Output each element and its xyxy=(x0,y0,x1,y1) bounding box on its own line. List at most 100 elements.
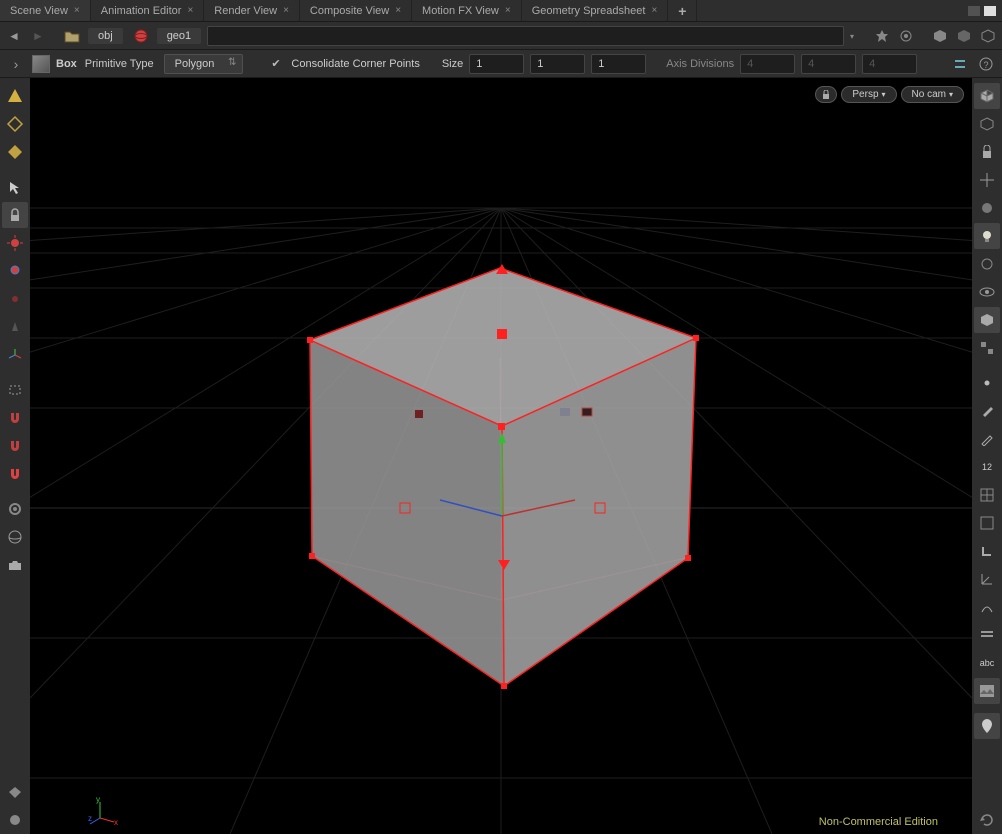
marker-icon xyxy=(979,717,995,735)
camera-icon xyxy=(7,558,23,572)
lock-icon xyxy=(8,208,22,222)
rtool-sphere2[interactable] xyxy=(974,251,1000,277)
view-lock-button[interactable] xyxy=(815,86,837,103)
size-x-input[interactable] xyxy=(469,54,524,74)
rtool-axes[interactable] xyxy=(974,566,1000,592)
viewport[interactable]: Persp▾ No cam▾ y x z Non-Commercial Edit… xyxy=(30,78,972,834)
rtool-crosshair[interactable] xyxy=(974,167,1000,193)
tool-magnet1[interactable] xyxy=(2,405,28,431)
rtool-image[interactable] xyxy=(974,678,1000,704)
tool-bottom1[interactable] xyxy=(2,779,28,805)
tab-composite-view[interactable]: Composite View× xyxy=(300,0,412,21)
close-icon[interactable]: × xyxy=(187,5,193,16)
tab-render-view[interactable]: Render View× xyxy=(204,0,300,21)
tool-axis[interactable] xyxy=(2,342,28,368)
tool-magnet2[interactable] xyxy=(2,433,28,459)
rtool-light[interactable] xyxy=(974,223,1000,249)
gear-icon xyxy=(7,501,23,517)
close-icon[interactable]: × xyxy=(395,5,401,16)
geo-icon[interactable] xyxy=(131,26,151,46)
tab-geometry-spreadsheet[interactable]: Geometry Spreadsheet× xyxy=(522,0,669,21)
target-button[interactable] xyxy=(896,26,916,46)
sliders-icon xyxy=(953,57,967,71)
rtool-shade2[interactable] xyxy=(974,111,1000,137)
tool-light3[interactable] xyxy=(2,286,28,312)
rtool-pencil[interactable] xyxy=(974,426,1000,452)
rtool-shade1[interactable] xyxy=(974,83,1000,109)
rtool-curve[interactable] xyxy=(974,594,1000,620)
rtool-dot[interactable] xyxy=(974,370,1000,396)
tool-camera[interactable] xyxy=(2,552,28,578)
axis-z-input[interactable] xyxy=(862,54,917,74)
forward-button[interactable] xyxy=(28,26,48,46)
rtool-num12[interactable]: 12 xyxy=(974,454,1000,480)
maximize-icon[interactable] xyxy=(984,6,996,16)
primitive-type-dropdown[interactable]: Polygon xyxy=(164,54,244,74)
back-button[interactable] xyxy=(4,26,24,46)
display-dropdown[interactable]: No cam▾ xyxy=(901,86,964,103)
tool-bottom2[interactable] xyxy=(2,807,28,833)
tool-light1[interactable] xyxy=(2,230,28,256)
rtool-grid1[interactable] xyxy=(974,482,1000,508)
rtool-cube-sel[interactable] xyxy=(974,307,1000,333)
tool-light4[interactable] xyxy=(2,314,28,340)
rtool-sphere1[interactable] xyxy=(974,195,1000,221)
tool-orbit[interactable] xyxy=(2,524,28,550)
close-icon[interactable]: × xyxy=(283,5,289,16)
path-input[interactable] xyxy=(207,26,844,46)
rtool-marker[interactable] xyxy=(974,713,1000,739)
tab-bar: Scene View× Animation Editor× Render Vie… xyxy=(0,0,1002,22)
close-icon[interactable]: × xyxy=(651,5,657,16)
camera-dropdown[interactable]: Persp▾ xyxy=(841,86,896,103)
shading-button-2[interactable] xyxy=(954,26,974,46)
tool-lock[interactable] xyxy=(2,202,28,228)
tool-select[interactable] xyxy=(2,174,28,200)
path-dropdown-icon[interactable] xyxy=(848,30,854,42)
rtool-bars[interactable] xyxy=(974,622,1000,648)
settings-button[interactable] xyxy=(950,54,970,74)
rtool-grid2[interactable] xyxy=(974,510,1000,536)
close-icon[interactable]: × xyxy=(505,5,511,16)
axis-y-input[interactable] xyxy=(801,54,856,74)
tool-gear[interactable] xyxy=(2,496,28,522)
rtool-lock[interactable] xyxy=(974,139,1000,165)
minimize-icon[interactable] xyxy=(968,6,980,16)
axis-icon xyxy=(7,347,23,363)
tool-snap1[interactable] xyxy=(2,377,28,403)
size-z-input[interactable] xyxy=(591,54,646,74)
tool-display3[interactable] xyxy=(2,139,28,165)
tool-light2[interactable] xyxy=(2,258,28,284)
tab-motion-fx-view[interactable]: Motion FX View× xyxy=(412,0,522,21)
rtool-abc[interactable]: abc xyxy=(974,650,1000,676)
tab-scene-view[interactable]: Scene View× xyxy=(0,0,91,21)
close-icon[interactable]: × xyxy=(74,5,80,16)
main-area: Persp▾ No cam▾ y x z Non-Commercial Edit… xyxy=(0,78,1002,834)
axis-x-input[interactable] xyxy=(740,54,795,74)
rtool-cubes[interactable] xyxy=(974,335,1000,361)
add-tab-button[interactable]: + xyxy=(668,0,697,21)
corner-icon xyxy=(980,544,994,558)
tool-magnet3[interactable] xyxy=(2,461,28,487)
rtool-L[interactable] xyxy=(974,538,1000,564)
shading-button-3[interactable] xyxy=(978,26,998,46)
path-root-icon[interactable] xyxy=(62,26,82,46)
help-button[interactable]: ? xyxy=(976,54,996,74)
tool-display1[interactable] xyxy=(2,83,28,109)
rtool-brush[interactable] xyxy=(974,398,1000,424)
primitive-type-label: Primitive Type xyxy=(85,58,154,70)
dot-icon xyxy=(983,379,991,387)
diamond-icon xyxy=(6,115,24,133)
tool-display2[interactable] xyxy=(2,111,28,137)
path-segment-obj[interactable]: obj xyxy=(88,28,123,44)
rtool-refresh[interactable] xyxy=(974,807,1000,833)
size-y-input[interactable] xyxy=(530,54,585,74)
path-segment-geo1[interactable]: geo1 xyxy=(157,28,201,44)
shading-button-1[interactable] xyxy=(930,26,950,46)
rtool-eye[interactable] xyxy=(974,279,1000,305)
expand-button[interactable]: › xyxy=(6,54,26,74)
tab-animation-editor[interactable]: Animation Editor× xyxy=(91,0,205,21)
pin-button[interactable] xyxy=(872,26,892,46)
consolidate-checkbox[interactable]: ✔ xyxy=(271,57,285,71)
window-controls xyxy=(968,0,1002,21)
pin-icon xyxy=(875,29,889,43)
